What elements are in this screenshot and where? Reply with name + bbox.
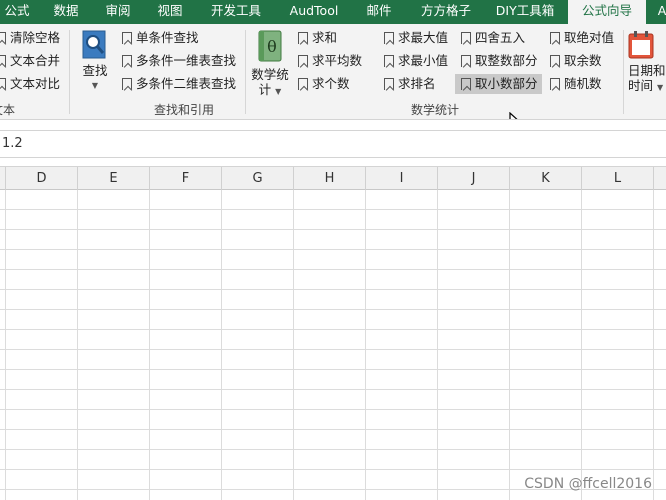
tab-developer[interactable]: 开发工具 [200,0,272,24]
bookmark-icon [550,78,560,90]
bookmark-icon [550,32,560,44]
ribbon-gap [0,120,666,130]
round-button[interactable]: 四舍五入 [457,28,525,48]
bookmark-icon [298,55,308,67]
group-separator [623,30,624,114]
clear-spaces-button[interactable]: 清除空格 [0,28,60,48]
tab-formula-wizard[interactable]: 公式向导 [568,0,646,24]
absolute-value-button[interactable]: 取绝对值 [546,28,614,48]
formula-bar[interactable]: 1.2 [0,130,666,158]
bookmark-icon [0,55,6,67]
group-label-lookup: 查找和引用 [153,103,214,117]
tab-diy-toolbox[interactable]: DIY工具箱 [488,0,562,24]
watermark: CSDN @ffcell2016 [524,476,652,492]
find-icon [82,30,106,59]
average-button[interactable]: 求平均数 [294,51,362,71]
bookmark-icon [384,78,394,90]
tab-fangfang[interactable]: 方方格子 [410,0,482,24]
column-header-d[interactable]: D [6,167,78,190]
remainder-button[interactable]: 取余数 [546,51,602,71]
theta-book-icon: θ [258,30,282,62]
tab-data[interactable]: 数据 [44,0,88,24]
svg-text:θ: θ [267,37,277,56]
group-separator [245,30,246,114]
single-condition-lookup-button[interactable]: 单条件查找 [118,28,199,48]
tab-review[interactable]: 审阅 [96,0,140,24]
min-button[interactable]: 求最小值 [380,51,448,71]
bookmark-icon [461,32,471,44]
column-header-row: D E F G H I J K L [0,166,666,190]
mouse-cursor-icon [509,112,518,119]
dropdown-caret-icon: ▼ [91,81,99,90]
multi-condition-1d-lookup-button[interactable]: 多条件一维表查找 [118,51,236,71]
group-label-text: 文本 [0,103,15,117]
tab-overflow[interactable]: A [652,0,666,24]
max-button[interactable]: 求最大值 [380,28,448,48]
bookmark-icon [122,32,132,44]
ribbon-panel: 清除空格 文本合并 文本对比 文本 查找 ▼ 单条件查找 多条件一维表查找 多条… [0,24,666,120]
column-header-h[interactable]: H [294,167,366,190]
bookmark-icon [550,55,560,67]
find-button[interactable]: 查找 ▼ [78,30,112,93]
formula-bar-value: 1.2 [2,136,23,151]
bookmark-icon [0,32,6,44]
calendar-icon [628,31,654,59]
column-header-l[interactable]: L [582,167,654,190]
ribbon-tab-bar: 公式 数据 审阅 视图 开发工具 AudTool 邮件 方方格子 DIY工具箱 … [0,0,666,24]
column-header-k[interactable]: K [510,167,582,190]
bookmark-icon [122,55,132,67]
tab-formulas[interactable]: 公式 [0,0,34,24]
column-header-j[interactable]: J [438,167,510,190]
bookmark-icon [384,55,394,67]
math-stats-button[interactable]: θ 数学统 计 ▼ [250,30,290,99]
column-header-g[interactable]: G [222,167,294,190]
bookmark-icon [461,55,471,67]
date-time-button[interactable]: 日期和 时间 ▼ [628,30,666,95]
multi-condition-2d-lookup-button[interactable]: 多条件二维表查找 [118,74,236,94]
column-header-i[interactable]: I [366,167,438,190]
cell-grid[interactable] [0,190,666,500]
bookmark-icon [384,32,394,44]
dropdown-caret-icon: ▼ [275,87,282,96]
merge-text-button[interactable]: 文本合并 [0,51,60,71]
dropdown-caret-icon: ▼ [657,83,664,92]
bookmark-icon [122,78,132,90]
compare-text-button[interactable]: 文本对比 [0,74,60,94]
bookmark-icon [298,78,308,90]
tab-audtool[interactable]: AudTool [280,0,348,24]
random-number-button[interactable]: 随机数 [546,74,602,94]
count-button[interactable]: 求个数 [294,74,350,94]
decimal-part-button[interactable]: 取小数部分 [455,74,542,94]
rank-button[interactable]: 求排名 [380,74,436,94]
group-label-math-stats: 数学统计 [410,103,459,117]
bookmark-icon [461,78,471,90]
tab-mail[interactable]: 邮件 [356,0,402,24]
group-separator [69,30,70,114]
bookmark-icon [0,78,6,90]
tab-view[interactable]: 视图 [148,0,192,24]
column-header-e[interactable]: E [78,167,150,190]
bookmark-icon [298,32,308,44]
integer-part-button[interactable]: 取整数部分 [457,51,538,71]
column-header-f[interactable]: F [150,167,222,190]
sum-button[interactable]: 求和 [294,28,337,48]
